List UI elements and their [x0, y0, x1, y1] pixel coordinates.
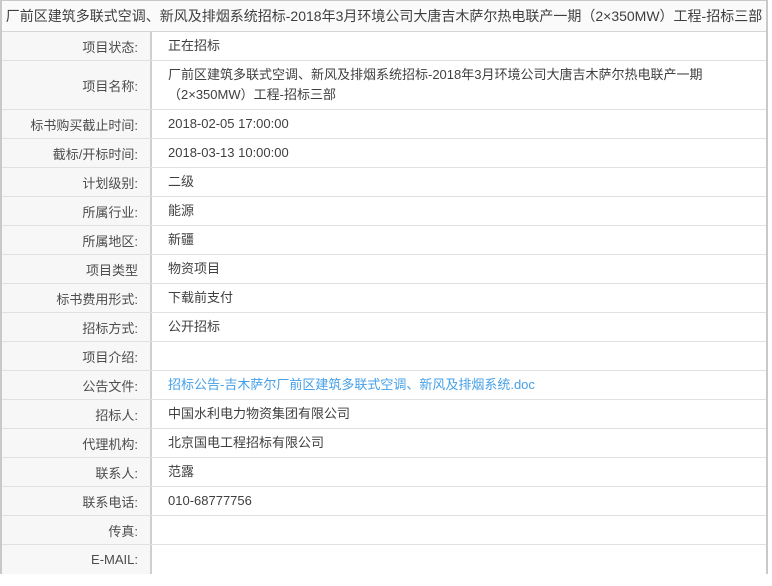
- agency-label: 代理机构:: [2, 429, 152, 457]
- row-agency: 代理机构: 北京国电工程招标有限公司: [2, 429, 766, 458]
- industry-value: 能源: [152, 197, 766, 225]
- region-label: 所属地区:: [2, 226, 152, 254]
- tenderer-value: 中国水利电力物资集团有限公司: [152, 400, 766, 428]
- row-doc-fee-form: 标书费用形式: 下载前支付: [2, 284, 766, 313]
- project-status-label: 项目状态:: [2, 32, 152, 60]
- tender-detail-table: 厂前区建筑多联式空调、新风及排烟系统招标-2018年3月环境公司大唐吉木萨尔热电…: [0, 0, 768, 574]
- doc-purchase-deadline-label: 标书购买截止时间:: [2, 110, 152, 138]
- bid-method-value: 公开招标: [152, 313, 766, 341]
- doc-fee-form-value: 下载前支付: [152, 284, 766, 312]
- contact-person-label: 联系人:: [2, 458, 152, 486]
- row-contact-phone: 联系电话: 010-68777756: [2, 487, 766, 516]
- project-name-label: 项目名称:: [2, 61, 152, 109]
- tenderer-label: 招标人:: [2, 400, 152, 428]
- industry-label: 所属行业:: [2, 197, 152, 225]
- row-industry: 所属行业: 能源: [2, 197, 766, 226]
- row-bid-method: 招标方式: 公开招标: [2, 313, 766, 342]
- row-bid-open-time: 截标/开标时间: 2018-03-13 10:00:00: [2, 139, 766, 168]
- project-name-value: 厂前区建筑多联式空调、新风及排烟系统招标-2018年3月环境公司大唐吉木萨尔热电…: [152, 61, 766, 109]
- project-type-value: 物资项目: [152, 255, 766, 283]
- project-intro-value: [152, 342, 766, 370]
- row-tenderer: 招标人: 中国水利电力物资集团有限公司: [2, 400, 766, 429]
- announcement-file-label: 公告文件:: [2, 371, 152, 399]
- bid-method-label: 招标方式:: [2, 313, 152, 341]
- row-announcement-file: 公告文件: 招标公告-吉木萨尔厂前区建筑多联式空调、新风及排烟系统.doc: [2, 371, 766, 400]
- contact-phone-value: 010-68777756: [152, 487, 766, 515]
- plan-level-value: 二级: [152, 168, 766, 196]
- table-body: 项目状态: 正在招标 项目名称: 厂前区建筑多联式空调、新风及排烟系统招标-20…: [2, 32, 766, 574]
- row-project-name: 项目名称: 厂前区建筑多联式空调、新风及排烟系统招标-2018年3月环境公司大唐…: [2, 61, 766, 110]
- row-fax: 传真:: [2, 516, 766, 545]
- row-doc-purchase-deadline: 标书购买截止时间: 2018-02-05 17:00:00: [2, 110, 766, 139]
- row-project-type: 项目类型 物资项目: [2, 255, 766, 284]
- plan-level-label: 计划级别:: [2, 168, 152, 196]
- contact-phone-label: 联系电话:: [2, 487, 152, 515]
- agency-value: 北京国电工程招标有限公司: [152, 429, 766, 457]
- row-plan-level: 计划级别: 二级: [2, 168, 766, 197]
- fax-label: 传真:: [2, 516, 152, 544]
- bid-open-time-value: 2018-03-13 10:00:00: [152, 139, 766, 167]
- contact-person-value: 范露: [152, 458, 766, 486]
- announcement-file-link[interactable]: 招标公告-吉木萨尔厂前区建筑多联式空调、新风及排烟系统.doc: [152, 371, 766, 399]
- fax-value: [152, 516, 766, 544]
- row-contact-person: 联系人: 范露: [2, 458, 766, 487]
- bid-open-time-label: 截标/开标时间:: [2, 139, 152, 167]
- doc-fee-form-label: 标书费用形式:: [2, 284, 152, 312]
- doc-purchase-deadline-value: 2018-02-05 17:00:00: [152, 110, 766, 138]
- row-project-status: 项目状态: 正在招标: [2, 32, 766, 61]
- page-title: 厂前区建筑多联式空调、新风及排烟系统招标-2018年3月环境公司大唐吉木萨尔热电…: [2, 1, 766, 32]
- row-email: E-MAIL:: [2, 545, 766, 574]
- project-type-label: 项目类型: [2, 255, 152, 283]
- email-value: [152, 545, 766, 574]
- project-status-value: 正在招标: [152, 32, 766, 60]
- row-project-intro: 项目介绍:: [2, 342, 766, 371]
- row-region: 所属地区: 新疆: [2, 226, 766, 255]
- email-label: E-MAIL:: [2, 545, 152, 574]
- project-intro-label: 项目介绍:: [2, 342, 152, 370]
- region-value: 新疆: [152, 226, 766, 254]
